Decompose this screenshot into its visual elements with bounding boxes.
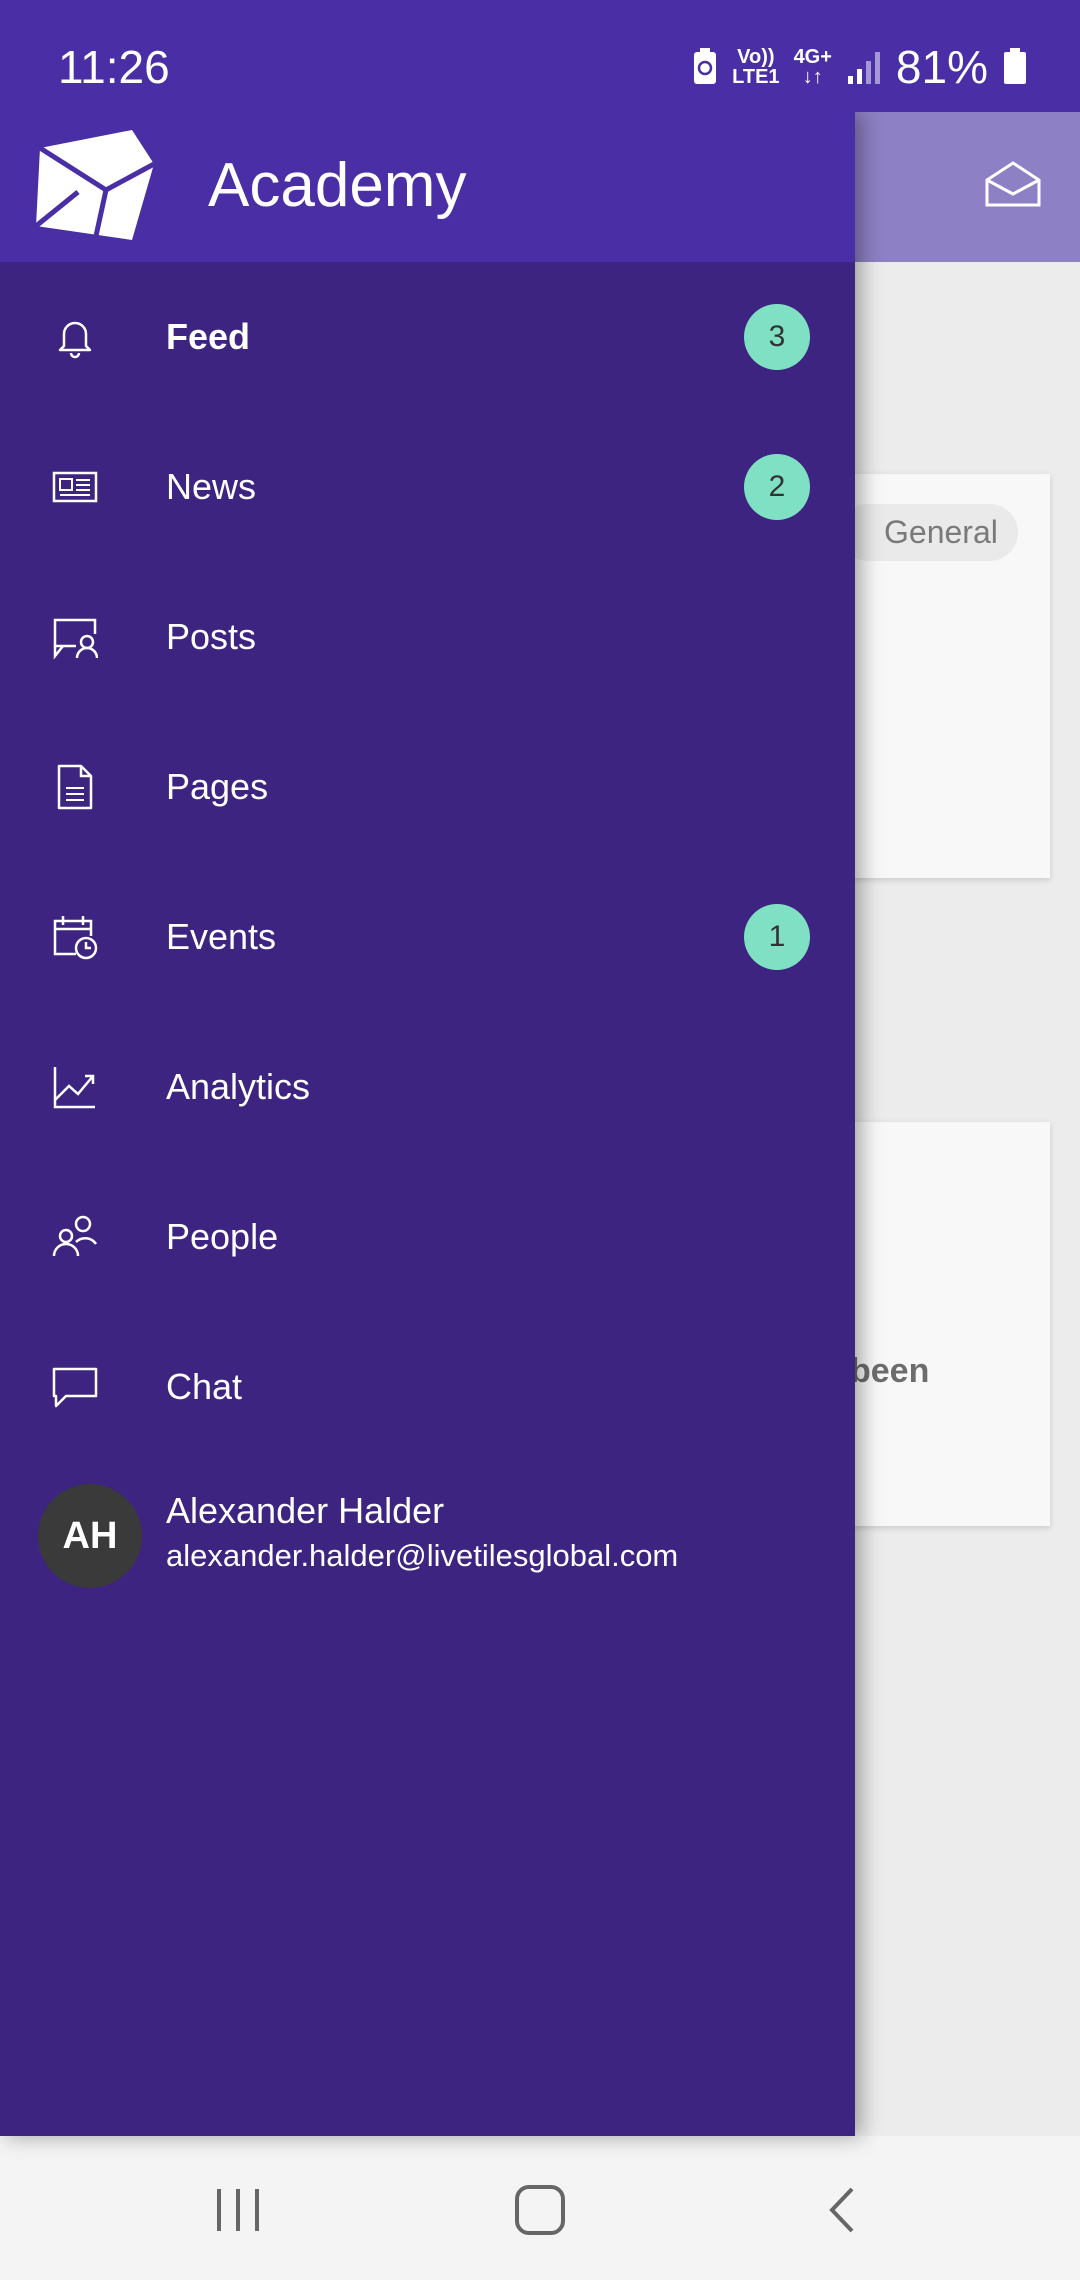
bell-icon: [52, 314, 98, 360]
menu-item-analytics[interactable]: Analytics: [0, 1012, 855, 1162]
menu-item-pages[interactable]: Pages: [0, 712, 855, 862]
app-title: Academy: [208, 151, 467, 220]
user-email: alexander.halder@livetilesglobal.com: [166, 1538, 679, 1573]
menu-label: News: [166, 466, 257, 507]
calendar-clock-icon: [52, 914, 98, 960]
user-profile[interactable]: AH Alexander Halder alexander.halder@liv…: [0, 1462, 855, 1612]
notification-badge: 1: [744, 904, 810, 970]
mail-open-icon[interactable]: [984, 160, 1042, 213]
menu-label: Chat: [166, 1366, 243, 1407]
menu-label: Events: [166, 916, 277, 957]
status-time: 11:26: [58, 41, 170, 93]
data-type-indicator: 4G+ ↓↑: [793, 46, 832, 88]
user-name: Alexander Halder: [166, 1490, 445, 1531]
drawer-menu: Feed 3 News 2 Posts Pages Events 1 Analy…: [0, 262, 855, 1612]
academy-logo-icon: [34, 130, 156, 249]
menu-item-posts[interactable]: Posts: [0, 562, 855, 712]
card-text: been: [850, 1352, 930, 1390]
signal-icon: [847, 52, 880, 84]
people-icon: [52, 1214, 98, 1260]
system-nav-bar: [0, 2136, 1080, 2280]
navigation-drawer: Academy Feed 3 News 2 Posts Pages Events…: [0, 112, 855, 2136]
speech-bubble-icon: [52, 1364, 98, 1410]
menu-label: Feed: [166, 316, 251, 357]
battery-icon: [1004, 48, 1026, 84]
menu-label: People: [166, 1216, 279, 1257]
drawer-header: Academy: [0, 112, 855, 262]
avatar[interactable]: AH: [38, 1484, 142, 1588]
battery-saver-icon: [694, 48, 717, 84]
menu-item-chat[interactable]: Chat: [0, 1312, 855, 1462]
status-bar: 11:26 Vo)) LTE1 4G+ ↓↑ 81%: [0, 0, 1080, 112]
newspaper-icon: [52, 464, 98, 510]
volte-indicator: Vo)) LTE1: [732, 46, 780, 88]
menu-item-events[interactable]: Events 1: [0, 862, 855, 1012]
notification-badge: 2: [744, 454, 810, 520]
recent-apps-button[interactable]: [208, 2180, 268, 2240]
menu-item-feed[interactable]: Feed 3: [0, 262, 855, 412]
notification-badge: 3: [744, 304, 810, 370]
back-button[interactable]: [812, 2180, 872, 2240]
menu-label: Analytics: [166, 1066, 311, 1107]
status-icons: Vo)) LTE1 4G+ ↓↑ 81%: [692, 40, 1028, 94]
menu-label: Pages: [166, 766, 269, 807]
chart-line-icon: [52, 1064, 98, 1110]
category-chip: General: [840, 504, 1018, 561]
menu-item-people[interactable]: People: [0, 1162, 855, 1312]
menu-label: Posts: [166, 616, 257, 657]
battery-percent: 81%: [895, 41, 988, 93]
home-button[interactable]: [510, 2180, 570, 2240]
menu-item-news[interactable]: News 2: [0, 412, 855, 562]
document-icon: [52, 764, 98, 810]
chat-person-icon: [52, 614, 99, 660]
